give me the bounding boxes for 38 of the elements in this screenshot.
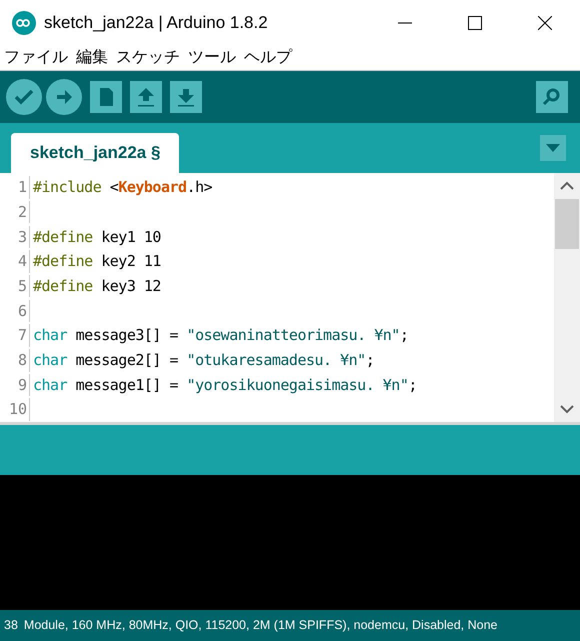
app-logo-icon bbox=[12, 11, 36, 35]
line-number: 8 bbox=[0, 349, 30, 372]
menu-item[interactable]: ファイル bbox=[4, 46, 68, 70]
menu-item[interactable]: 編集 bbox=[76, 46, 108, 70]
code-line: #define key2 11 bbox=[32, 251, 161, 272]
code-line: char message2[] = "otukaresamadesu. ¥n"; bbox=[32, 350, 374, 372]
code-line: #include <Keyboard.h> bbox=[32, 177, 212, 198]
line-number: 7 bbox=[0, 324, 30, 347]
line-number: 6 bbox=[0, 300, 30, 322]
tab-menu-icon[interactable] bbox=[540, 135, 566, 161]
line-number: 5 bbox=[0, 274, 30, 298]
board-info: Module, 160 MHz, 80MHz, QIO, 115200, 2M (1M SPIFFS), nodemcu, Disabled, None bbox=[24, 617, 498, 634]
code-line: #define key1 10 bbox=[32, 226, 161, 248]
line-number: 9 bbox=[0, 374, 30, 396]
line-number: 4 bbox=[0, 250, 30, 273]
window-title: sketch_jan22a | Arduino 1.8.2 bbox=[44, 12, 268, 34]
line-number: 2 bbox=[0, 200, 30, 224]
scroll-thumb[interactable] bbox=[555, 199, 579, 249]
menu-item[interactable]: ヘルプ bbox=[244, 46, 292, 70]
serial-monitor-icon[interactable] bbox=[536, 81, 568, 113]
code-line: char message1[] = "yorosikuonegaisimasu. ¥n"; bbox=[32, 374, 417, 396]
code-line: #define key3 12 bbox=[32, 276, 161, 297]
check-icon[interactable] bbox=[6, 79, 42, 115]
scroll-down-icon[interactable] bbox=[560, 404, 574, 414]
menu-item[interactable]: スケッチ bbox=[116, 46, 180, 70]
scrollbar[interactable] bbox=[554, 173, 580, 422]
scroll-up-icon[interactable] bbox=[560, 181, 574, 191]
document-icon[interactable] bbox=[90, 81, 122, 113]
line-number: 1 bbox=[0, 176, 30, 199]
menu-item[interactable]: ツール bbox=[188, 46, 236, 70]
code-line: char message3[] = "osewaninatteorimasu. ¥n"; bbox=[32, 325, 408, 346]
line-number: 3 bbox=[0, 226, 30, 248]
sketch-tab[interactable]: sketch_jan22a § bbox=[11, 133, 180, 173]
line-indicator: 38 bbox=[4, 617, 18, 634]
arrow-up-icon[interactable] bbox=[130, 81, 162, 113]
line-number: 10 bbox=[0, 398, 30, 421]
arrow-right-icon[interactable] bbox=[46, 79, 82, 115]
arrow-down-icon[interactable] bbox=[170, 81, 202, 113]
